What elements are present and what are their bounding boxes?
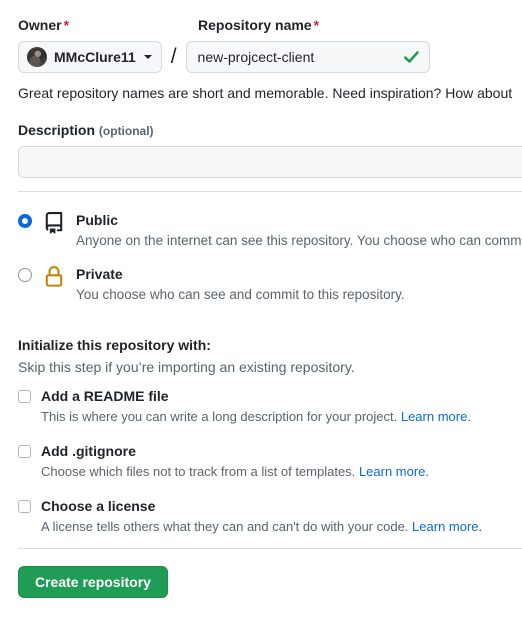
lock-icon <box>43 266 65 288</box>
initialize-readme-label: Add a README file <box>41 388 169 404</box>
repository-name-label: Repository name * <box>198 16 319 34</box>
initialize-gitignore-learn-more-link[interactable]: Learn more. <box>359 464 429 479</box>
initialize-license-learn-more-link[interactable]: Learn more. <box>412 519 482 534</box>
checkbox-add-readme[interactable] <box>18 389 31 403</box>
initialize-gitignore-description-text: Choose which files not to track from a l… <box>41 464 356 479</box>
initialize-readme-description: This is where you can write a long descr… <box>41 408 522 426</box>
owner-selected-value: MMcClure11 <box>54 49 136 65</box>
owner-select[interactable]: MMcClure11 <box>18 41 162 73</box>
divider-above-submit <box>18 548 522 549</box>
create-repository-form: Owner* Repository name* MMcClure11 / Gre… <box>0 0 522 617</box>
owner-label: Owner * <box>18 16 69 34</box>
initialize-readme-head[interactable]: Add a README file <box>18 387 522 405</box>
checkbox-add-gitignore[interactable] <box>18 444 31 458</box>
initialize-gitignore-head[interactable]: Add .gitignore <box>18 442 522 460</box>
radio-public[interactable] <box>18 214 32 228</box>
radio-private[interactable] <box>18 268 32 282</box>
description-input[interactable] <box>18 146 522 178</box>
initialize-item-license: Choose a license A license tells others … <box>18 497 522 536</box>
repository-name-helper-wrapper: Great repository names are short and mem… <box>18 83 522 103</box>
checkbox-choose-license[interactable] <box>18 499 31 513</box>
visibility-private-title: Private <box>76 266 123 282</box>
initialize-license-head[interactable]: Choose a license <box>18 497 522 515</box>
visibility-public-text: Public Anyone on the internet can see th… <box>76 211 522 251</box>
check-icon <box>403 49 420 66</box>
owner-repo-separator: / <box>170 44 177 68</box>
initialize-license-description-text: A license tells others what they can and… <box>41 519 409 534</box>
owner-required-asterisk: * <box>63 17 70 33</box>
visibility-public-title: Public <box>76 212 119 228</box>
repository-name-field-wrapper <box>185 41 430 73</box>
repository-name-label-text: Repository name <box>198 17 312 33</box>
repository-name-required-asterisk: * <box>313 17 320 33</box>
description-label: Description (optional) <box>18 121 154 140</box>
initialize-subtitle: Skip this step if you’re importing an ex… <box>18 359 355 375</box>
repository-name-input[interactable] <box>185 41 430 73</box>
initialize-readme-learn-more-link[interactable]: Learn more. <box>401 409 471 424</box>
divider-above-visibility <box>18 191 522 192</box>
description-optional-note: (optional) <box>98 124 154 138</box>
visibility-public-description: Anyone on the internet can see this repo… <box>76 233 522 248</box>
initialize-gitignore-description: Choose which files not to track from a l… <box>41 463 522 481</box>
initialize-license-label: Choose a license <box>41 498 156 514</box>
initialize-readme-description-text: This is where you can write a long descr… <box>41 409 398 424</box>
initialize-title: Initialize this repository with: <box>18 337 211 353</box>
owner-label-text: Owner <box>18 17 62 33</box>
initialize-gitignore-label: Add .gitignore <box>41 443 136 459</box>
initialize-item-gitignore: Add .gitignore Choose which files not to… <box>18 442 522 481</box>
visibility-option-private[interactable]: Private You choose who can see and commi… <box>18 265 405 305</box>
user-avatar-icon <box>27 47 47 67</box>
repository-name-helper-text: Great repository names are short and mem… <box>18 85 513 101</box>
create-repository-button[interactable]: Create repository <box>18 566 168 598</box>
initialize-license-description: A license tells others what they can and… <box>41 518 522 536</box>
visibility-private-text: Private You choose who can see and commi… <box>76 265 405 305</box>
visibility-private-description: You choose who can see and commit to thi… <box>76 287 405 302</box>
repo-book-icon <box>43 212 65 234</box>
name-row-fields: MMcClure11 / <box>18 41 430 73</box>
chevron-down-icon <box>143 55 152 59</box>
initialize-item-readme: Add a README file This is where you can … <box>18 387 522 426</box>
visibility-option-public[interactable]: Public Anyone on the internet can see th… <box>18 211 522 251</box>
description-label-text: Description <box>18 122 96 138</box>
